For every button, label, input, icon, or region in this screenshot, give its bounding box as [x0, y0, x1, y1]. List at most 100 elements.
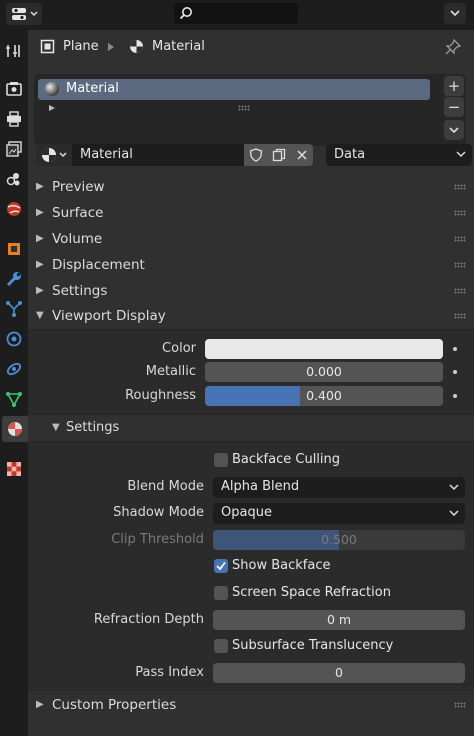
panel-settings[interactable]: ▶ Settings: [28, 278, 474, 304]
color-label: Color: [162, 341, 196, 356]
resize-grip[interactable]: [238, 105, 250, 111]
modifiers-tab[interactable]: [1, 266, 27, 292]
show-backface-checkbox[interactable]: [214, 559, 228, 573]
material-icon: [42, 148, 56, 162]
texture-icon: [7, 462, 21, 476]
world-icon: [7, 202, 21, 216]
metallic-label: Metallic: [145, 364, 196, 379]
clip-threshold-slider: 0.500: [213, 530, 465, 550]
drag-grip-icon[interactable]: [454, 236, 466, 242]
expanded-arrow-icon: ▼: [36, 310, 44, 321]
blend-mode-dropdown[interactable]: Alpha Blend: [213, 477, 465, 498]
slot-specials-button[interactable]: [444, 120, 464, 140]
backface-culling-checkbox[interactable]: [214, 453, 228, 467]
editor-type-dropdown[interactable]: [6, 3, 42, 25]
panel-surface[interactable]: ▶ Surface: [28, 200, 474, 226]
panel-title: Viewport Display: [52, 308, 166, 324]
subsurface-translucency-checkbox[interactable]: [214, 639, 228, 653]
roughness-label: Roughness: [125, 388, 196, 403]
material-datablock-row: Material Data: [36, 144, 472, 166]
texture-tab[interactable]: [1, 456, 27, 482]
material-icon: [8, 422, 22, 436]
world-tab[interactable]: [1, 196, 27, 222]
panel-title: Preview: [52, 179, 105, 195]
refraction-depth-value: 0 m: [326, 612, 352, 627]
remove-slot-button[interactable]: −: [444, 97, 464, 117]
material-sphere-icon: [45, 82, 59, 96]
panel-title: Volume: [52, 231, 103, 247]
duplicate-material-button[interactable]: [267, 144, 290, 166]
collapsed-arrow-icon: ▶: [36, 699, 44, 710]
chevron-down-icon: [450, 10, 460, 17]
expand-triangle-icon[interactable]: [48, 104, 56, 112]
pass-index-label: Pass Index: [135, 665, 204, 680]
output-tab[interactable]: [1, 106, 27, 132]
clip-threshold-label: Clip Threshold: [111, 532, 204, 547]
add-slot-button[interactable]: +: [444, 76, 464, 96]
blend-mode-label: Blend Mode: [127, 479, 204, 494]
metallic-slider[interactable]: 0.000: [205, 362, 443, 382]
view-layer-tab[interactable]: [1, 136, 27, 162]
breadcrumb-object: Plane: [63, 39, 99, 54]
unlink-material-button[interactable]: [290, 144, 313, 166]
drag-grip-icon[interactable]: [454, 210, 466, 216]
subpanel-settings[interactable]: ▼ Settings: [28, 415, 474, 441]
material-tab[interactable]: [2, 416, 28, 442]
expanded-arrow-icon: ▼: [52, 422, 60, 433]
panel-viewport-display[interactable]: ▼ Viewport Display: [28, 303, 474, 329]
material-slot-item[interactable]: Material: [38, 79, 430, 100]
material-link-dropdown[interactable]: Data: [326, 144, 472, 166]
color-swatch[interactable]: [205, 339, 443, 359]
panel-displacement[interactable]: ▶ Displacement: [28, 252, 474, 278]
object-tab[interactable]: [1, 236, 27, 262]
tool-tab[interactable]: [1, 38, 27, 64]
panel-volume[interactable]: ▶ Volume: [28, 226, 474, 252]
subpanel-title: Settings: [66, 420, 120, 435]
refraction-depth-label: Refraction Depth: [93, 612, 204, 627]
keyframe-dot-icon[interactable]: [453, 370, 457, 374]
chevron-right-icon: [108, 43, 114, 51]
panel-preview[interactable]: ▶ Preview: [28, 174, 474, 200]
keyframe-dot-icon[interactable]: [453, 394, 457, 398]
drag-grip-icon[interactable]: [454, 313, 466, 319]
fake-user-button[interactable]: [244, 144, 267, 166]
panel-title: Custom Properties: [52, 697, 177, 713]
close-icon: [296, 150, 307, 160]
data-tab[interactable]: [1, 386, 27, 412]
scene-tab[interactable]: [1, 166, 27, 192]
render-tab[interactable]: [1, 76, 27, 102]
pass-index-value: 0: [335, 665, 343, 680]
options-dropdown[interactable]: [444, 3, 466, 24]
clip-threshold-value: 0.500: [321, 532, 357, 547]
screen-space-refraction-checkbox[interactable]: [214, 586, 228, 600]
panel-title: Settings: [52, 283, 108, 299]
search-input[interactable]: [174, 3, 298, 24]
shadow-mode-dropdown[interactable]: Opaque: [213, 503, 465, 524]
keyframe-dot-icon[interactable]: [453, 347, 457, 351]
drag-grip-icon[interactable]: [454, 184, 466, 190]
backface-culling-label: Backface Culling: [232, 452, 341, 467]
constraints-tab[interactable]: [1, 356, 27, 382]
roughness-fill: [205, 386, 301, 406]
pass-index-field[interactable]: 0: [213, 663, 465, 683]
drag-grip-icon[interactable]: [454, 288, 466, 294]
drag-grip-icon[interactable]: [454, 262, 466, 268]
chevron-down-icon: [449, 484, 459, 491]
properties-editor-icon: [11, 8, 26, 20]
browse-material-button[interactable]: [36, 144, 72, 166]
chevron-down-icon: [59, 152, 67, 158]
panel-title: Surface: [52, 205, 104, 221]
pin-icon[interactable]: [445, 39, 461, 55]
roughness-slider[interactable]: 0.400: [205, 386, 443, 406]
tool-icon: [6, 45, 20, 57]
properties-main: Plane Material Material + − Material Dat…: [28, 30, 474, 736]
drag-grip-icon[interactable]: [454, 702, 466, 708]
material-name-field[interactable]: Material: [72, 144, 244, 166]
physics-icon: [6, 331, 22, 347]
particles-tab[interactable]: [1, 296, 27, 322]
panel-custom-properties[interactable]: ▶ Custom Properties: [28, 692, 474, 718]
refraction-depth-field[interactable]: 0 m: [213, 610, 465, 630]
physics-tab[interactable]: [1, 326, 27, 352]
object-mesh-icon: [40, 39, 55, 54]
chevron-down-icon: [29, 11, 38, 17]
